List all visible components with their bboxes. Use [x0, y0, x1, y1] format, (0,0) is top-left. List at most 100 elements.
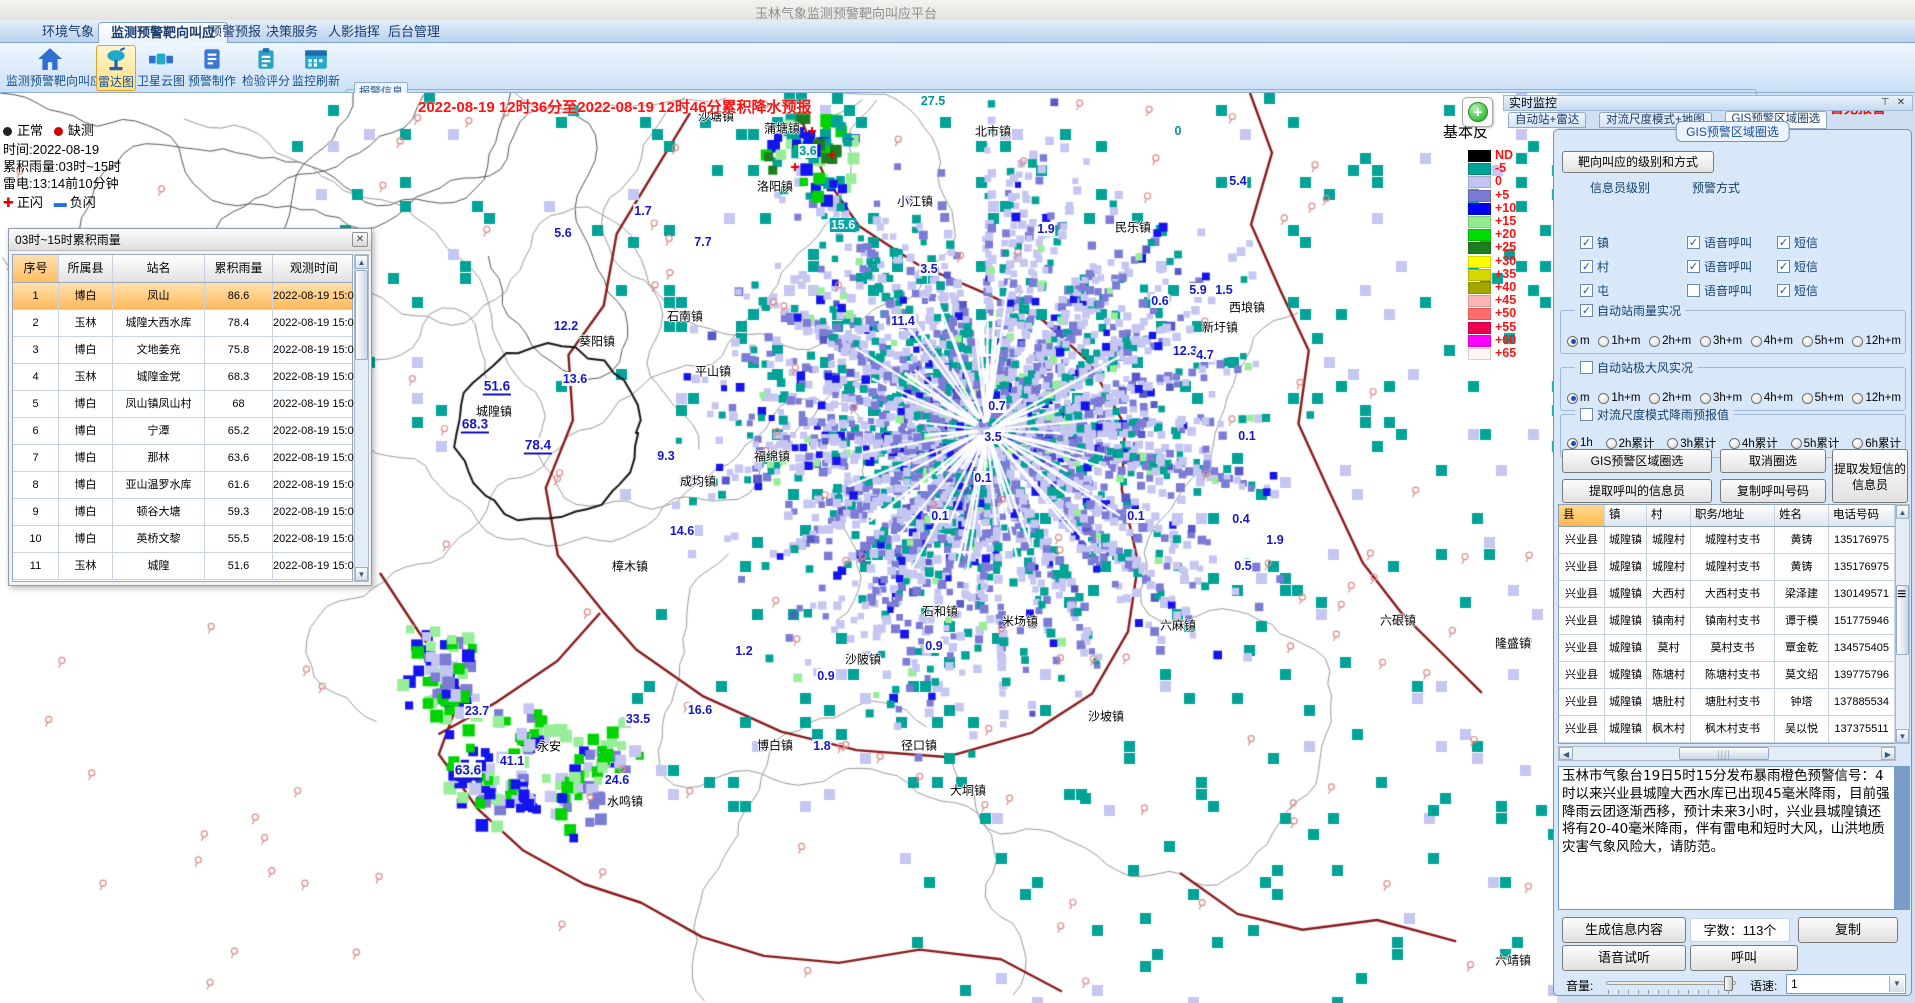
table-row[interactable]: 兴业县城隍镇大西村大西村支书梁泽建130149571 [1559, 581, 1895, 608]
contacts-header[interactable]: 县 [1559, 505, 1605, 526]
radio-option-1h+m[interactable]: 1h+m [1598, 335, 1640, 347]
radio-icon[interactable] [1791, 438, 1802, 449]
chevron-down-icon[interactable]: ▼ [1889, 976, 1904, 992]
radio-option-1h[interactable]: 1h [1567, 437, 1593, 449]
table-row[interactable]: 兴业县城隍镇城隍村城隍村支书黄铸135176975 [1559, 554, 1895, 581]
radio-icon[interactable] [1649, 336, 1660, 347]
table-row[interactable]: 兴业县城隍镇塘肚村塘肚村支书钟塔137885534 [1559, 689, 1895, 716]
radio-icon[interactable] [1649, 393, 1660, 404]
checked-checkbox-icon[interactable]: ✓ [1777, 284, 1790, 297]
contacts-table[interactable]: 县镇村职务/地址姓名电话号码兴业县城隍镇城隍村城隍村支书黄铸135176975兴… [1558, 504, 1896, 744]
contacts-hscrollbar[interactable]: ◀ |||| ▶ [1558, 746, 1896, 761]
checked-checkbox-icon[interactable]: ✓ [1687, 260, 1700, 273]
radio-icon[interactable] [1802, 336, 1813, 347]
radio-icon[interactable] [1751, 336, 1762, 347]
radio-icon[interactable] [1598, 393, 1609, 404]
gis-circle-button[interactable]: GIS预警区域圈选 [1562, 449, 1712, 473]
level-checkbox[interactable]: ✓村 [1579, 258, 1613, 275]
radio-option-3h+m[interactable]: 3h+m [1700, 392, 1742, 404]
unchecked-checkbox-icon[interactable] [1687, 284, 1700, 297]
scroll-thumb[interactable]: |||| [1679, 747, 1769, 760]
radio-icon[interactable] [1606, 438, 1617, 449]
slider-thumb[interactable] [1724, 976, 1733, 991]
radio-option-2h+m[interactable]: 2h+m [1649, 392, 1691, 404]
generate-message-button[interactable]: 生成信息内容 [1562, 917, 1686, 943]
menu-tab-6[interactable]: 后台管理 [376, 22, 452, 43]
radio-option-m[interactable]: m [1567, 335, 1590, 347]
radio-option-5h+m[interactable]: 5h+m [1802, 392, 1844, 404]
rain-table-header[interactable]: 序号 [13, 255, 59, 282]
rain-window-titlebar[interactable]: 03时~15时累积雨量 [9, 229, 371, 251]
table-row[interactable]: 兴业县城隍镇枫木村枫木村支书吴以悦137375511 [1559, 716, 1895, 743]
toolbar-button-2[interactable]: 雷达图 [96, 45, 136, 91]
radio-option-4h+m[interactable]: 4h+m [1751, 392, 1793, 404]
table-row[interactable]: 兴业县城隍镇陈塘村陈塘村支书莫文绍139775796 [1559, 662, 1895, 689]
radio-icon[interactable] [1700, 393, 1711, 404]
radio-option-1h+m[interactable]: 1h+m [1598, 392, 1640, 404]
table-row[interactable]: 兴业县城隍镇城隍村城隍村支书黄铸135176975 [1559, 527, 1895, 554]
scroll-up-icon[interactable]: ▲ [1896, 769, 1908, 781]
copy-button[interactable]: 复制 [1798, 917, 1898, 943]
toolbar-button-4[interactable]: 预警制作 [186, 45, 238, 91]
contacts-vscrollbar[interactable]: ▲ ≡ ▼ [1895, 504, 1910, 744]
selected-radio-icon[interactable] [1567, 438, 1578, 449]
pin-icon[interactable]: ⊤ [1878, 97, 1892, 110]
scroll-right-icon[interactable]: ▶ [1881, 747, 1895, 760]
copy-number-button[interactable]: 复制呼叫号码 [1720, 479, 1826, 503]
table-row[interactable]: 7博白那林63.62022-08-19 15:00 [13, 445, 352, 472]
checked-checkbox-icon[interactable]: ✓ [1580, 304, 1593, 317]
close-icon[interactable]: ✕ [1894, 97, 1908, 110]
scroll-thumb[interactable] [355, 270, 368, 360]
cancel-circle-button[interactable]: 取消圈选 [1720, 449, 1826, 473]
checked-checkbox-icon[interactable]: ✓ [1777, 236, 1790, 249]
table-row[interactable]: 1博白凤山86.62022-08-19 15:00 [13, 283, 352, 310]
contacts-header[interactable]: 姓名 [1775, 505, 1829, 526]
dock-tab-1[interactable]: 自动站+雷达 [1508, 112, 1586, 128]
sms-checkbox[interactable]: ✓短信 [1776, 282, 1822, 299]
table-row[interactable]: 10博白英桥文黎55.52022-08-19 15:00 [13, 526, 352, 553]
rain-table-header[interactable]: 观测时间 [273, 255, 356, 282]
table-row[interactable]: 2玉林城隍大西水库78.42022-08-19 15:00 [13, 310, 352, 337]
call-button[interactable]: 呼叫 [1690, 945, 1798, 971]
radio-icon[interactable] [1667, 438, 1678, 449]
checked-checkbox-icon[interactable]: ✓ [1580, 260, 1593, 273]
table-row[interactable]: 4玉林城隍金党68.32022-08-19 15:00 [13, 364, 352, 391]
table-row[interactable]: 6博白宁潭65.22022-08-19 15:00 [13, 418, 352, 445]
checked-checkbox-icon[interactable]: ✓ [1580, 236, 1593, 249]
extract-sms-button[interactable]: 提取发短信的信息员 [1832, 449, 1908, 503]
scroll-down-icon[interactable]: ▼ [1896, 729, 1909, 743]
radio-icon[interactable] [1598, 336, 1609, 347]
map-zoom-in-button[interactable]: + [1462, 97, 1493, 127]
checked-checkbox-icon[interactable]: ✓ [1580, 284, 1593, 297]
level-checkbox[interactable]: ✓屯 [1579, 282, 1613, 299]
radio-icon[interactable] [1852, 336, 1863, 347]
selected-radio-icon[interactable] [1567, 393, 1578, 404]
toolbar-button-1[interactable]: 监测预警靶向叫应 [6, 45, 94, 91]
table-row[interactable]: 3博白文地姜充75.82022-08-19 15:00 [13, 337, 352, 364]
slider-track[interactable] [1606, 981, 1736, 985]
table-row[interactable]: 11玉林城隍51.62022-08-19 15:00 [13, 553, 352, 580]
voice-call-checkbox[interactable]: 语音呼叫 [1686, 282, 1756, 299]
table-row[interactable]: 兴业县城隍镇镇南村镇南村支书谭于模151775946 [1559, 608, 1895, 635]
radar-map[interactable]: 沙塘镇蒲塘镇北市镇洛阳镇小江镇民乐镇石南镇葵阳镇平山镇城隍镇福绵镇成均镇樟木镇西… [0, 93, 1557, 1003]
sms-checkbox[interactable]: ✓短信 [1776, 258, 1822, 275]
table-row[interactable]: 8博白亚山温罗水库61.62022-08-19 15:00 [13, 472, 352, 499]
radio-icon[interactable] [1751, 393, 1762, 404]
rate-select[interactable]: 1 ▼ [1786, 974, 1906, 994]
table-row[interactable]: 兴业县城隍镇莫村莫村支书覃金乾134575405 [1559, 635, 1895, 662]
toolbar-button-6[interactable]: 监控刷新 [290, 45, 342, 91]
unchecked-checkbox-icon[interactable] [1580, 408, 1593, 421]
radio-icon[interactable] [1852, 393, 1863, 404]
rain-table-scrollbar[interactable]: ▲ ▼ [354, 254, 369, 582]
voice-preview-button[interactable]: 语音试听 [1562, 945, 1686, 971]
radio-option-3h+m[interactable]: 3h+m [1700, 335, 1742, 347]
contacts-header[interactable]: 职务/地址 [1691, 505, 1775, 526]
radio-option-4h+m[interactable]: 4h+m [1751, 335, 1793, 347]
warning-message-box[interactable]: 玉林市气象台19日5时15分发布暴雨橙色预警信号：4时以来兴业县城隍大西水库已出… [1558, 766, 1910, 910]
radio-option-12h+m[interactable]: 12h+m [1852, 392, 1900, 404]
contacts-header[interactable]: 村 [1647, 505, 1691, 526]
radio-option-5h+m[interactable]: 5h+m [1802, 335, 1844, 347]
contacts-header[interactable]: 电话号码 [1829, 505, 1895, 526]
dock-header[interactable]: 实时监控 ⊤ ✕ [1503, 95, 1913, 111]
radio-icon[interactable] [1700, 336, 1711, 347]
